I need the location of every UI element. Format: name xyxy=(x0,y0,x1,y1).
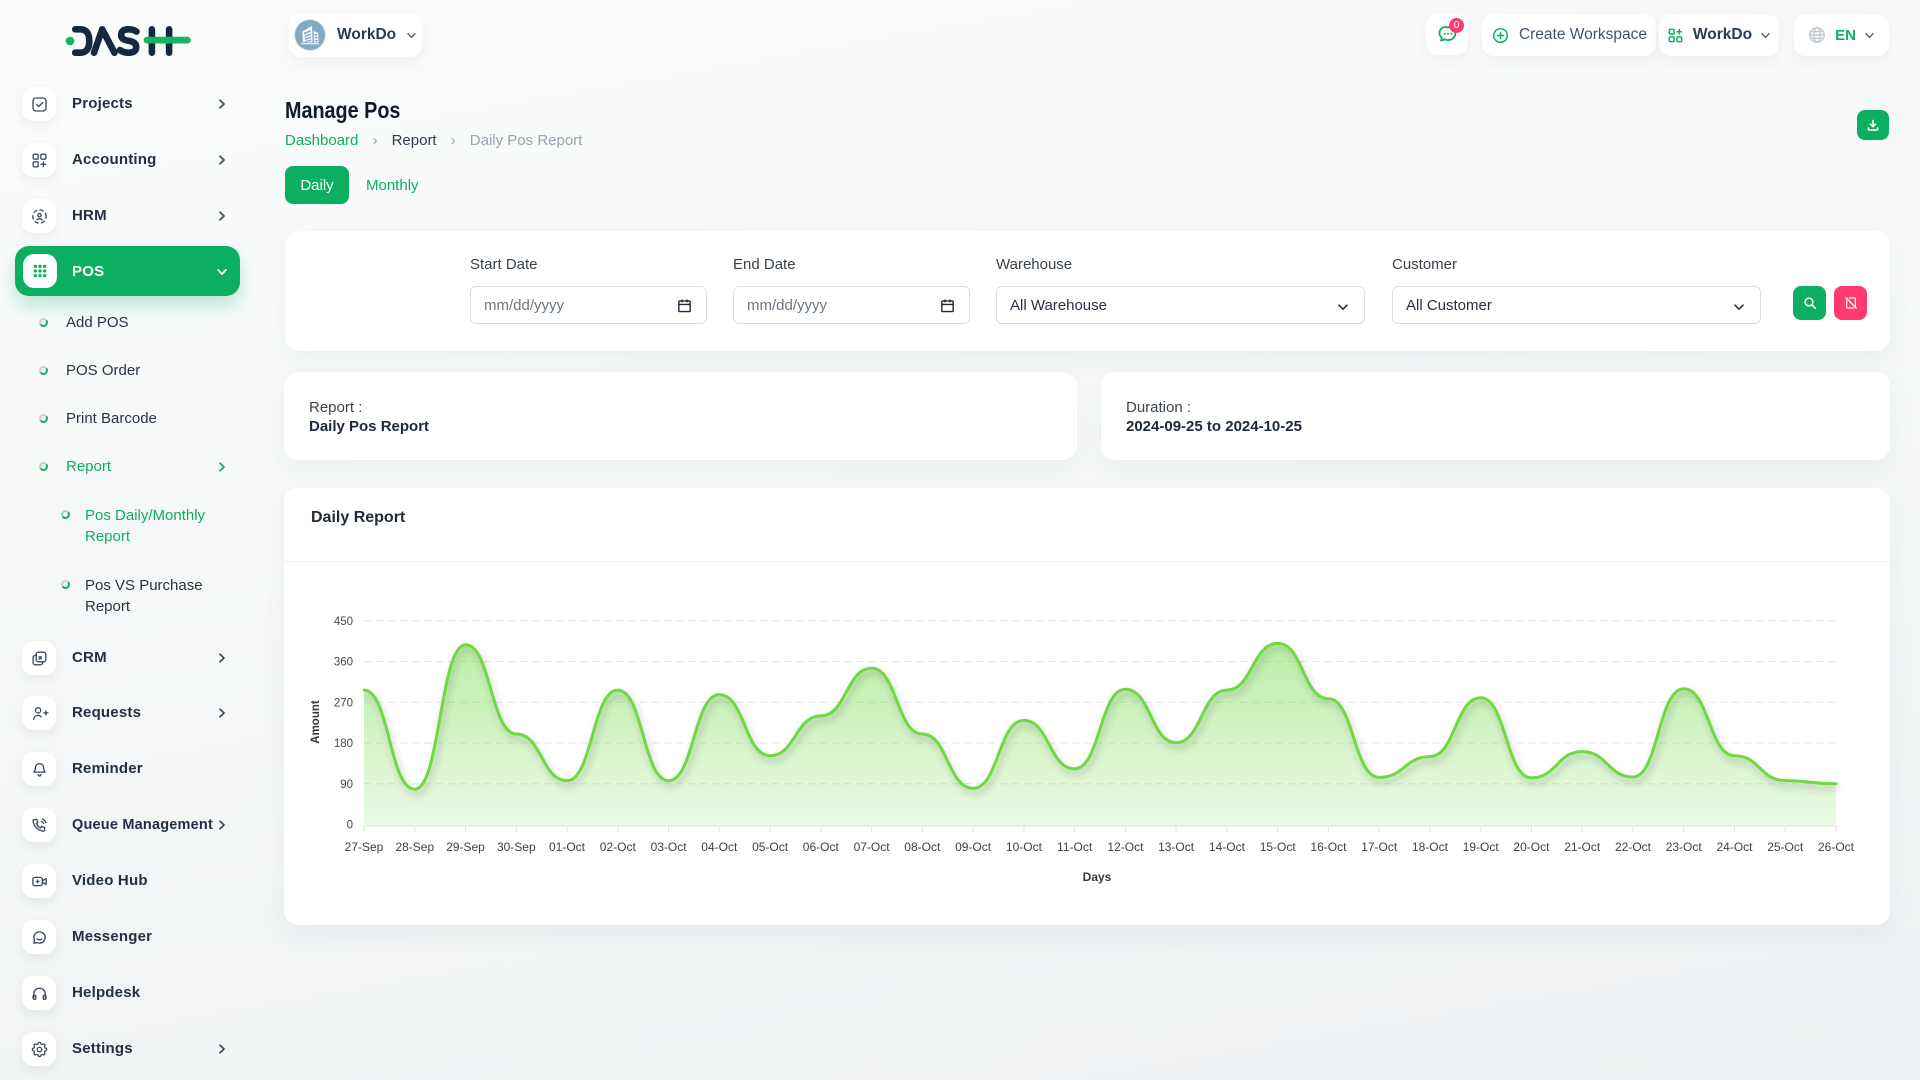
svg-text:05-Oct: 05-Oct xyxy=(752,840,789,854)
svg-text:28-Sep: 28-Sep xyxy=(395,840,434,854)
svg-text:270: 270 xyxy=(334,697,353,709)
svg-text:01-Oct: 01-Oct xyxy=(549,840,586,854)
svg-text:360: 360 xyxy=(334,657,353,669)
svg-text:04-Oct: 04-Oct xyxy=(701,840,738,854)
svg-text:23-Oct: 23-Oct xyxy=(1666,840,1703,854)
svg-text:07-Oct: 07-Oct xyxy=(854,840,891,854)
svg-text:0: 0 xyxy=(347,820,353,832)
svg-text:11-Oct: 11-Oct xyxy=(1057,840,1093,854)
svg-text:08-Oct: 08-Oct xyxy=(904,840,941,854)
svg-text:18-Oct: 18-Oct xyxy=(1412,840,1449,854)
svg-text:06-Oct: 06-Oct xyxy=(803,840,840,854)
svg-text:21-Oct: 21-Oct xyxy=(1564,840,1601,854)
svg-text:13-Oct: 13-Oct xyxy=(1158,840,1195,854)
svg-text:180: 180 xyxy=(334,738,353,750)
svg-text:450: 450 xyxy=(334,616,353,628)
svg-text:22-Oct: 22-Oct xyxy=(1615,840,1652,854)
svg-text:12-Oct: 12-Oct xyxy=(1107,840,1144,854)
svg-text:16-Oct: 16-Oct xyxy=(1310,840,1347,854)
svg-text:27-Sep: 27-Sep xyxy=(345,840,384,854)
svg-text:26-Oct: 26-Oct xyxy=(1818,840,1855,854)
svg-text:02-Oct: 02-Oct xyxy=(600,840,637,854)
svg-text:25-Oct: 25-Oct xyxy=(1767,840,1804,854)
svg-text:15-Oct: 15-Oct xyxy=(1260,840,1297,854)
svg-text:20-Oct: 20-Oct xyxy=(1513,840,1550,854)
svg-text:90: 90 xyxy=(340,779,353,791)
svg-text:09-Oct: 09-Oct xyxy=(955,840,992,854)
svg-text:10-Oct: 10-Oct xyxy=(1006,840,1043,854)
svg-text:03-Oct: 03-Oct xyxy=(651,840,688,854)
svg-text:24-Oct: 24-Oct xyxy=(1716,840,1753,854)
svg-text:19-Oct: 19-Oct xyxy=(1463,840,1500,854)
svg-text:14-Oct: 14-Oct xyxy=(1209,840,1246,854)
svg-text:17-Oct: 17-Oct xyxy=(1361,840,1398,854)
svg-text:29-Sep: 29-Sep xyxy=(446,840,485,854)
svg-text:Days: Days xyxy=(1083,870,1112,884)
svg-text:30-Sep: 30-Sep xyxy=(497,840,536,854)
svg-text:Amount: Amount xyxy=(310,700,322,744)
